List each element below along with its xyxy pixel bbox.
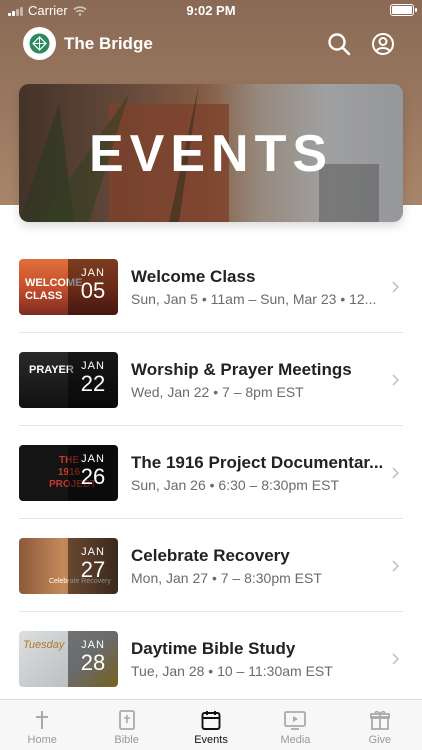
date-day: 27 (80, 557, 106, 582)
event-title: Celebrate Recovery (131, 546, 290, 565)
chevron-right-icon (392, 560, 400, 572)
chevron-right-icon (392, 653, 400, 665)
tab-label: Home (27, 734, 57, 746)
app-bar: The Bridge (0, 24, 422, 64)
tab-label: Events (194, 734, 228, 746)
status-time: 9:02 PM (186, 3, 236, 18)
event-datetime: Sun, Jan 26 • 6:30 – 8:30pm EST (131, 477, 340, 493)
event-row[interactable]: THE 1916 PROJECT JAN 26 The 1916 Project… (0, 426, 422, 519)
event-datetime: Mon, Jan 27 • 7 – 8:30pm EST (131, 570, 322, 586)
event-thumbnail: PRAYER JAN 22 (19, 352, 118, 408)
tab-bar: Home Bible Events Media Give (0, 699, 422, 750)
tab-give[interactable]: Give (338, 700, 422, 750)
event-datetime: Tue, Jan 28 • 10 – 11:30am EST (131, 663, 333, 679)
hero-title: EVENTS (88, 125, 334, 183)
date-day: 22 (80, 371, 106, 396)
event-thumbnail: THE 1916 PROJECT JAN 26 (19, 445, 118, 501)
account-icon[interactable] (371, 32, 395, 56)
play-icon (284, 711, 307, 730)
tab-home[interactable]: Home (0, 700, 84, 750)
tab-label: Bible (114, 734, 139, 746)
date-day: 26 (80, 464, 106, 489)
chevron-right-icon (392, 374, 400, 386)
date-day: 28 (80, 650, 106, 675)
event-row[interactable]: WELCOME CLASS JAN 05 Welcome Class Sun, … (0, 240, 422, 333)
events-hero-banner: EVENTS (19, 84, 403, 222)
event-thumbnail: Tuesday JAN 28 (19, 631, 118, 687)
event-title: Worship & Prayer Meetings (131, 360, 352, 379)
battery-icon (390, 4, 417, 16)
tab-label: Media (280, 734, 311, 746)
tab-label: Give (368, 734, 392, 746)
search-icon[interactable] (327, 32, 351, 56)
event-row[interactable]: Celebrate Recovery JAN 27 Celebrate Reco… (0, 519, 422, 612)
app-title: The Bridge (64, 34, 153, 53)
chevron-right-icon (392, 281, 400, 293)
event-thumbnail: WELCOME CLASS JAN 05 (19, 259, 118, 315)
event-datetime: Wed, Jan 22 • 7 – 8pm EST (131, 384, 304, 400)
event-title: The 1916 Project Documentar... (131, 453, 384, 472)
calendar-icon (201, 711, 221, 730)
date-badge: JAN 26 (68, 445, 118, 501)
event-title: Daytime Bible Study (131, 639, 296, 658)
date-badge: JAN 05 (68, 259, 118, 315)
event-title: Welcome Class (131, 267, 256, 286)
tab-media[interactable]: Media (253, 700, 337, 750)
status-bar: Carrier 9:02 PM (0, 0, 422, 22)
tab-bible[interactable]: Bible (84, 700, 168, 750)
date-badge: JAN 28 (68, 631, 118, 687)
event-datetime: Sun, Jan 5 • 11am – Sun, Mar 23 • 12... (131, 291, 377, 307)
date-badge: JAN 27 (68, 538, 118, 594)
date-badge: JAN 22 (68, 352, 118, 408)
bible-icon (118, 710, 135, 730)
chevron-right-icon (392, 467, 400, 479)
logo-icon (29, 33, 50, 54)
thumbnail-text: Tuesday (23, 639, 65, 651)
gift-icon (369, 710, 390, 730)
church-logo (23, 27, 56, 60)
event-row[interactable]: PRAYER JAN 22 Worship & Prayer Meetings … (0, 333, 422, 426)
cross-icon (36, 711, 49, 729)
tab-events[interactable]: Events (169, 700, 253, 750)
date-day: 05 (80, 278, 106, 303)
event-thumbnail: Celebrate Recovery JAN 27 (19, 538, 118, 594)
event-list: WELCOME CLASS JAN 05 Welcome Class Sun, … (0, 240, 422, 705)
event-row[interactable]: Tuesday JAN 28 Daytime Bible Study Tue, … (0, 612, 422, 705)
